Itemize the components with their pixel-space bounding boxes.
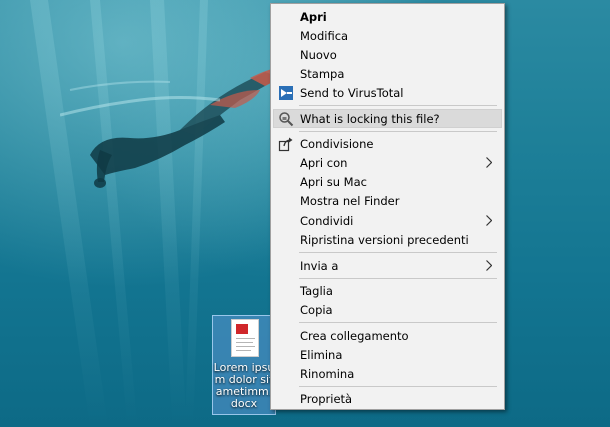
chevron-right-icon: [486, 215, 492, 226]
menu-item-nuovo[interactable]: Nuovo: [273, 45, 502, 64]
menu-item-label: Condivisione: [300, 137, 374, 151]
menu-item-label: Invia a: [300, 259, 339, 273]
virustotal-icon: [279, 86, 293, 100]
desktop-file-icon[interactable]: Lorem ipsum dolor sit ametimm.docx: [212, 315, 276, 415]
menu-item-apri-con[interactable]: Apri con: [273, 153, 502, 172]
share-icon: [278, 137, 293, 152]
menu-item-proprieta[interactable]: Proprietà: [273, 389, 502, 408]
lock-search-icon: [279, 112, 294, 127]
desktop-file-label: Lorem ipsum dolor sit ametimm.docx: [213, 361, 275, 410]
menu-item-mostra-nel-finder[interactable]: Mostra nel Finder: [273, 191, 502, 210]
menu-item-taglia[interactable]: Taglia: [273, 281, 502, 300]
word-document-icon: [231, 319, 259, 357]
menu-item-condivisione[interactable]: Condivisione: [273, 134, 502, 153]
menu-item-label: Rinomina: [300, 367, 355, 381]
menu-item-elimina[interactable]: Elimina: [273, 345, 502, 364]
menu-item-label: Nuovo: [300, 48, 337, 62]
menu-item-label: Crea collegamento: [300, 329, 409, 343]
menu-item-label: Apri su Mac: [300, 175, 367, 189]
menu-item-ripristina-versioni[interactable]: Ripristina versioni precedenti: [273, 230, 502, 249]
menu-item-stampa[interactable]: Stampa: [273, 64, 502, 83]
menu-item-crea-collegamento[interactable]: Crea collegamento: [273, 326, 502, 345]
chevron-right-icon: [486, 157, 492, 168]
menu-item-what-is-locking[interactable]: What is locking this file?: [273, 109, 502, 128]
menu-item-copia[interactable]: Copia: [273, 300, 502, 319]
menu-item-label: Taglia: [300, 284, 333, 298]
menu-item-modifica[interactable]: Modifica: [273, 26, 502, 45]
menu-separator: [299, 131, 497, 132]
menu-separator: [299, 105, 497, 106]
menu-item-label: Mostra nel Finder: [300, 194, 400, 208]
menu-item-label: Send to VirusTotal: [300, 86, 404, 100]
menu-item-label: Stampa: [300, 67, 345, 81]
menu-item-label: Ripristina versioni precedenti: [300, 233, 469, 247]
context-menu: Apri Modifica Nuovo Stampa Send to Virus…: [270, 3, 505, 410]
menu-item-invia-a[interactable]: Invia a: [273, 256, 502, 275]
menu-item-apri[interactable]: Apri: [273, 7, 502, 26]
menu-item-label: What is locking this file?: [300, 112, 440, 126]
menu-item-label: Proprietà: [300, 392, 353, 406]
menu-item-rinomina[interactable]: Rinomina: [273, 364, 502, 383]
menu-separator: [299, 322, 497, 323]
menu-item-label: Apri: [300, 10, 327, 24]
menu-separator: [299, 252, 497, 253]
menu-separator: [299, 278, 497, 279]
menu-item-label: Copia: [300, 303, 333, 317]
menu-separator: [299, 386, 497, 387]
menu-item-label: Elimina: [300, 348, 343, 362]
menu-item-label: Apri con: [300, 156, 348, 170]
menu-item-label: Condividi: [300, 214, 354, 228]
menu-item-label: Modifica: [300, 29, 349, 43]
diver-silhouette: [60, 67, 288, 188]
chevron-right-icon: [486, 260, 492, 271]
menu-item-apri-su-mac[interactable]: Apri su Mac: [273, 172, 502, 191]
menu-item-condividi[interactable]: Condividi: [273, 211, 502, 230]
menu-item-send-to-virustotal[interactable]: Send to VirusTotal: [273, 83, 502, 102]
